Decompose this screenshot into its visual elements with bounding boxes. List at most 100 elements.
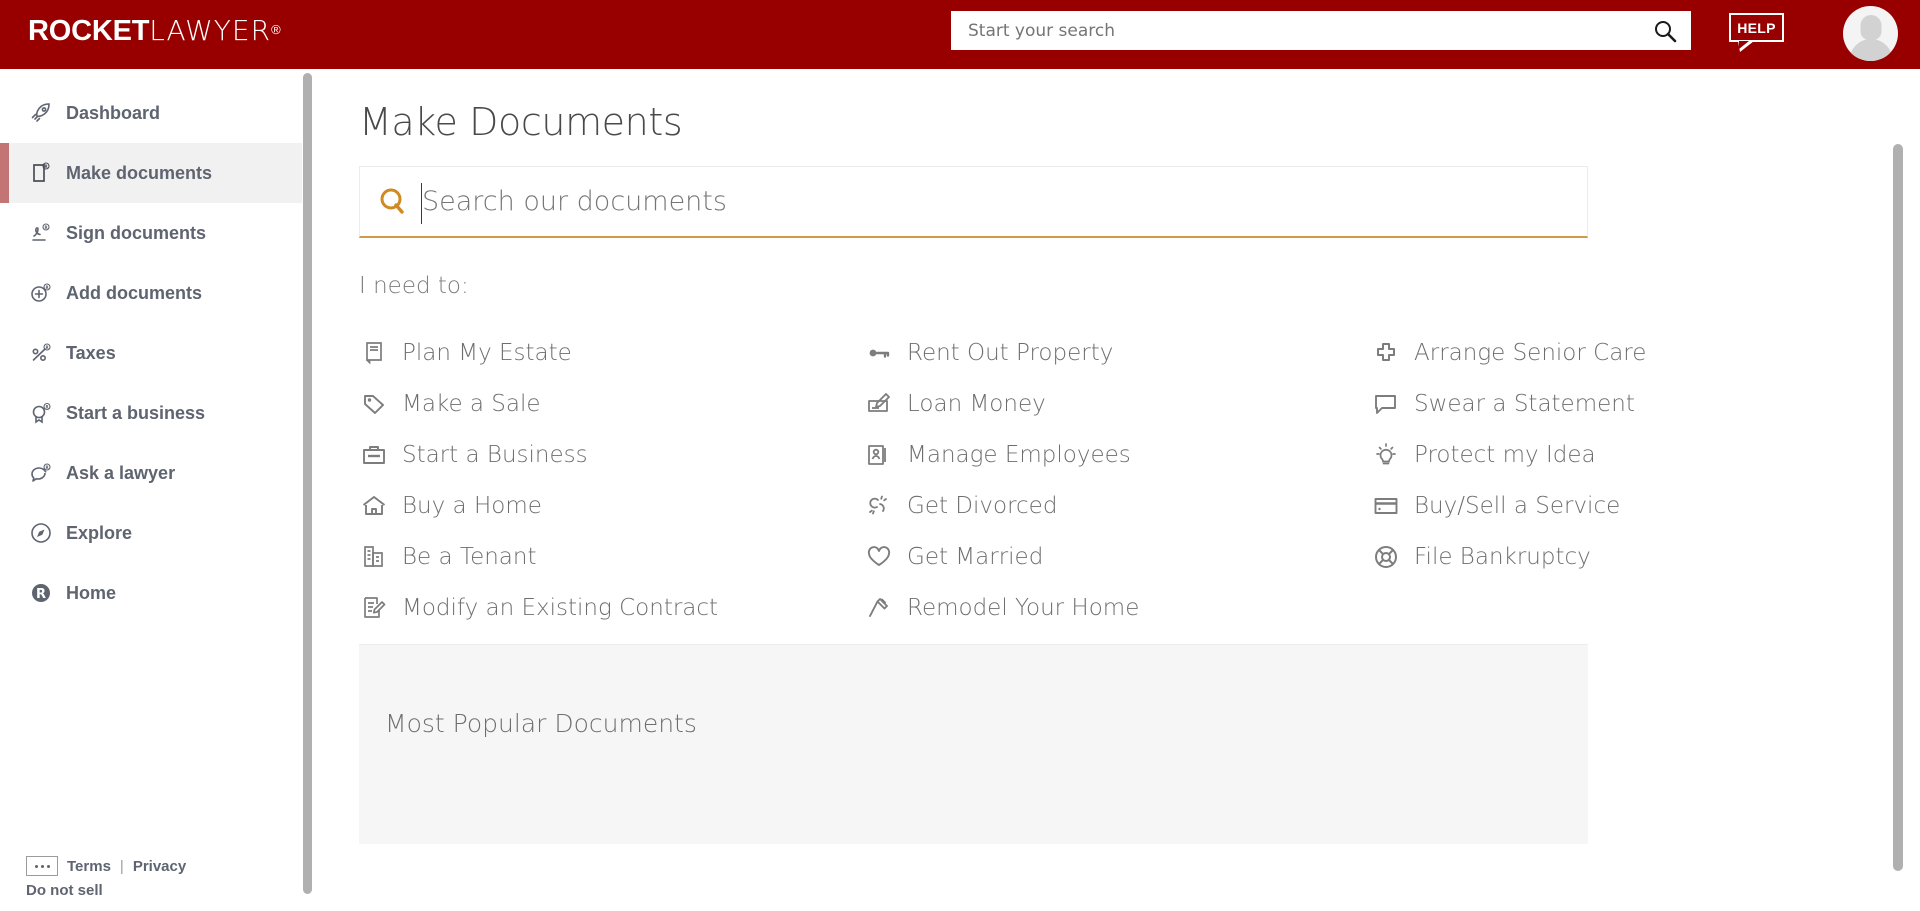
terms-link[interactable]: Terms (67, 858, 111, 875)
sidebar-item-label: Sign documents (66, 223, 206, 244)
logo-registered-mark: ® (271, 22, 281, 37)
task-modify-an-existing-contract[interactable]: Modify an Existing Contract (359, 582, 864, 633)
header-search-box[interactable] (951, 11, 1691, 50)
svg-text:R: R (45, 345, 48, 350)
task-plan-my-estate[interactable]: Plan My Estate (359, 327, 864, 378)
task-label: Swear a Statement (1414, 391, 1635, 417)
header-search-button[interactable] (1653, 19, 1677, 43)
sidebar-item-ask-a-lawyer[interactable]: R Ask a lawyer (0, 443, 302, 503)
task-label: Arrange Senior Care (1414, 340, 1646, 366)
task-be-a-tenant[interactable]: Be a Tenant (359, 531, 864, 582)
task-label: Manage Employees (907, 442, 1131, 468)
signature-icon: R (28, 220, 54, 246)
task-label: Start a Business (402, 442, 588, 468)
medical-cross-icon (1371, 338, 1401, 368)
avatar-body-icon (1849, 39, 1892, 61)
task-remodel-your-home[interactable]: Remodel Your Home (864, 582, 1371, 633)
svg-text:R: R (44, 164, 47, 169)
tag-icon (359, 389, 389, 419)
task-label: Be a Tenant (402, 544, 537, 570)
broken-link-icon (864, 491, 894, 521)
task-loan-money[interactable]: Loan Money (864, 378, 1371, 429)
task-label: Remodel Your Home (907, 595, 1139, 621)
help-label: HELP (1737, 20, 1776, 36)
hammer-icon (864, 593, 894, 623)
svg-text:R: R (45, 405, 48, 410)
key-icon (864, 338, 894, 368)
sidebar-item-label: Home (66, 583, 116, 604)
sidebar-item-explore[interactable]: Explore (0, 503, 302, 563)
task-grid: Plan My Estate Rent Out Property Arrange… (359, 327, 1889, 633)
svg-text:R: R (36, 587, 46, 602)
do-not-sell-link[interactable]: Do not sell (26, 882, 302, 899)
task-label: Get Married (907, 544, 1043, 570)
privacy-link[interactable]: Privacy (133, 858, 186, 875)
task-label: Get Divorced (907, 493, 1057, 519)
task-swear-a-statement[interactable]: Swear a Statement (1371, 378, 1889, 429)
ribbon-badge-icon: R (28, 400, 54, 426)
task-manage-employees[interactable]: Manage Employees (864, 429, 1371, 480)
svg-text:R: R (45, 465, 48, 470)
rocket-icon (28, 100, 54, 126)
sidebar-item-label: Taxes (66, 343, 116, 364)
rocket-lawyer-r-icon: R (28, 580, 54, 606)
document-search-box[interactable] (359, 166, 1588, 238)
sidebar-item-make-documents[interactable]: R Make documents (0, 143, 302, 203)
id-card-icon (864, 440, 894, 470)
lightbulb-icon (1371, 440, 1401, 470)
sidebar-scrollbar-thumb[interactable] (303, 73, 312, 894)
house-icon (359, 491, 389, 521)
sidebar-item-taxes[interactable]: R Taxes (0, 323, 302, 383)
task-label: Buy/Sell a Service (1414, 493, 1620, 519)
book-icon (359, 338, 389, 368)
i-need-to-label: I need to: (359, 273, 469, 299)
more-options-button[interactable] (26, 856, 58, 876)
task-buy-a-home[interactable]: Buy a Home (359, 480, 864, 531)
search-input[interactable] (422, 179, 1587, 225)
task-make-a-sale[interactable]: Make a Sale (359, 378, 864, 429)
task-label: Modify an Existing Contract (402, 595, 718, 621)
check-pen-icon (864, 389, 894, 419)
sidebar-item-dashboard[interactable]: Dashboard (0, 83, 302, 143)
search-icon (377, 186, 409, 218)
main-content: Make Documents I need to: Plan My Estate (312, 69, 1908, 911)
logo-light-text: LAWYER (149, 14, 271, 47)
briefcase-icon (359, 440, 389, 470)
text-cursor (421, 183, 422, 224)
sidebar-footer: Terms | Privacy Do not sell (0, 856, 302, 899)
task-empty-slot (1371, 582, 1889, 633)
sidebar-item-sign-documents[interactable]: R Sign documents (0, 203, 302, 263)
sidebar-item-start-a-business[interactable]: R Start a business (0, 383, 302, 443)
task-get-divorced[interactable]: Get Divorced (864, 480, 1371, 531)
task-rent-out-property[interactable]: Rent Out Property (864, 327, 1371, 378)
sidebar-item-add-documents[interactable]: R Add documents (0, 263, 302, 323)
task-label: Protect my Idea (1414, 442, 1596, 468)
logo-bold-text: ROCKET (28, 15, 149, 47)
task-start-a-business[interactable]: Start a Business (359, 429, 864, 480)
task-label: Rent Out Property (907, 340, 1113, 366)
avatar[interactable] (1843, 6, 1898, 61)
sidebar-item-label: Ask a lawyer (66, 463, 175, 484)
header-search-input[interactable] (968, 16, 1608, 46)
dot-icon (41, 865, 44, 868)
task-arrange-senior-care[interactable]: Arrange Senior Care (1371, 327, 1889, 378)
top-header: ROCKETLAWYER® HELP (0, 0, 1920, 69)
help-button[interactable]: HELP (1729, 13, 1784, 42)
plus-circle-icon: R (28, 280, 54, 306)
footer-separator: | (120, 858, 124, 875)
task-file-bankruptcy[interactable]: File Bankruptcy (1371, 531, 1889, 582)
sidebar-item-home[interactable]: R Home (0, 563, 302, 623)
dot-icon (35, 865, 38, 868)
speech-bubble-icon: R (28, 460, 54, 486)
most-popular-documents-title: Most Popular Documents (385, 709, 697, 738)
task-protect-my-idea[interactable]: Protect my Idea (1371, 429, 1889, 480)
page-scrollbar-thumb[interactable] (1893, 144, 1903, 871)
sidebar-item-label: Make documents (66, 163, 212, 184)
task-get-married[interactable]: Get Married (864, 531, 1371, 582)
task-label: Plan My Estate (402, 340, 572, 366)
task-buy-sell-a-service[interactable]: Buy/Sell a Service (1371, 480, 1889, 531)
rocket-lawyer-logo[interactable]: ROCKETLAWYER® (28, 14, 281, 48)
sidebar-item-label: Explore (66, 523, 132, 544)
life-ring-icon (1371, 542, 1401, 572)
speech-bubble-icon (1371, 389, 1401, 419)
